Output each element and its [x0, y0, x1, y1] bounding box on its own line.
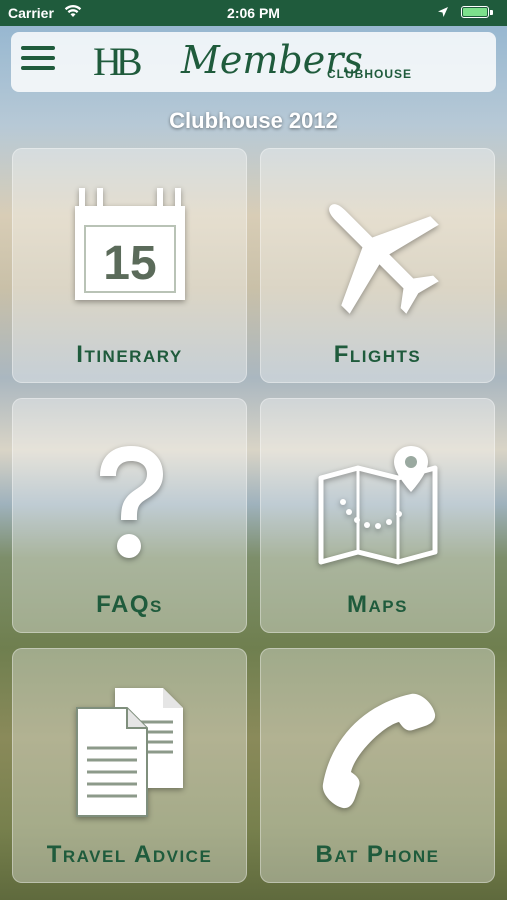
tile-maps[interactable]: Maps — [260, 398, 495, 633]
tile-label: FAQs — [96, 591, 163, 618]
tile-label: Maps — [347, 591, 408, 618]
tile-faqs[interactable]: FAQs — [12, 398, 247, 633]
battery-icon — [461, 6, 489, 18]
tile-label: Travel Advice — [46, 841, 213, 868]
page-title: Clubhouse 2012 — [169, 108, 338, 133]
documents-icon — [12, 678, 247, 828]
status-bar: Carrier 2:06 PM — [0, 0, 507, 26]
calendar-icon: 15 — [12, 178, 247, 328]
tile-label: Itinerary — [76, 341, 183, 368]
hamburger-menu-icon[interactable] — [21, 46, 55, 78]
location-arrow-icon — [437, 5, 449, 21]
tile-label: Flights — [333, 341, 422, 368]
tile-flights[interactable]: Flights — [260, 148, 495, 383]
tile-travel-advice[interactable]: Travel Advice — [12, 648, 247, 883]
logo-subtitle: CLUBHOUSE — [327, 67, 413, 81]
tile-label: Bat Phone — [315, 841, 440, 868]
map-pin-icon — [260, 428, 495, 578]
battery-tip — [490, 10, 493, 15]
logo-monogram: HB — [93, 39, 143, 84]
airplane-icon — [260, 178, 495, 328]
status-time: 2:06 PM — [227, 5, 280, 21]
calendar-day-number: 15 — [103, 237, 156, 290]
tile-bat-phone[interactable]: Bat Phone — [260, 648, 495, 883]
tile-itinerary[interactable]: 15 Itinerary — [12, 148, 247, 383]
phone-icon — [260, 678, 495, 828]
app-header: HB Members CLUBHOUSE — [11, 32, 496, 92]
question-mark-icon — [12, 428, 247, 578]
